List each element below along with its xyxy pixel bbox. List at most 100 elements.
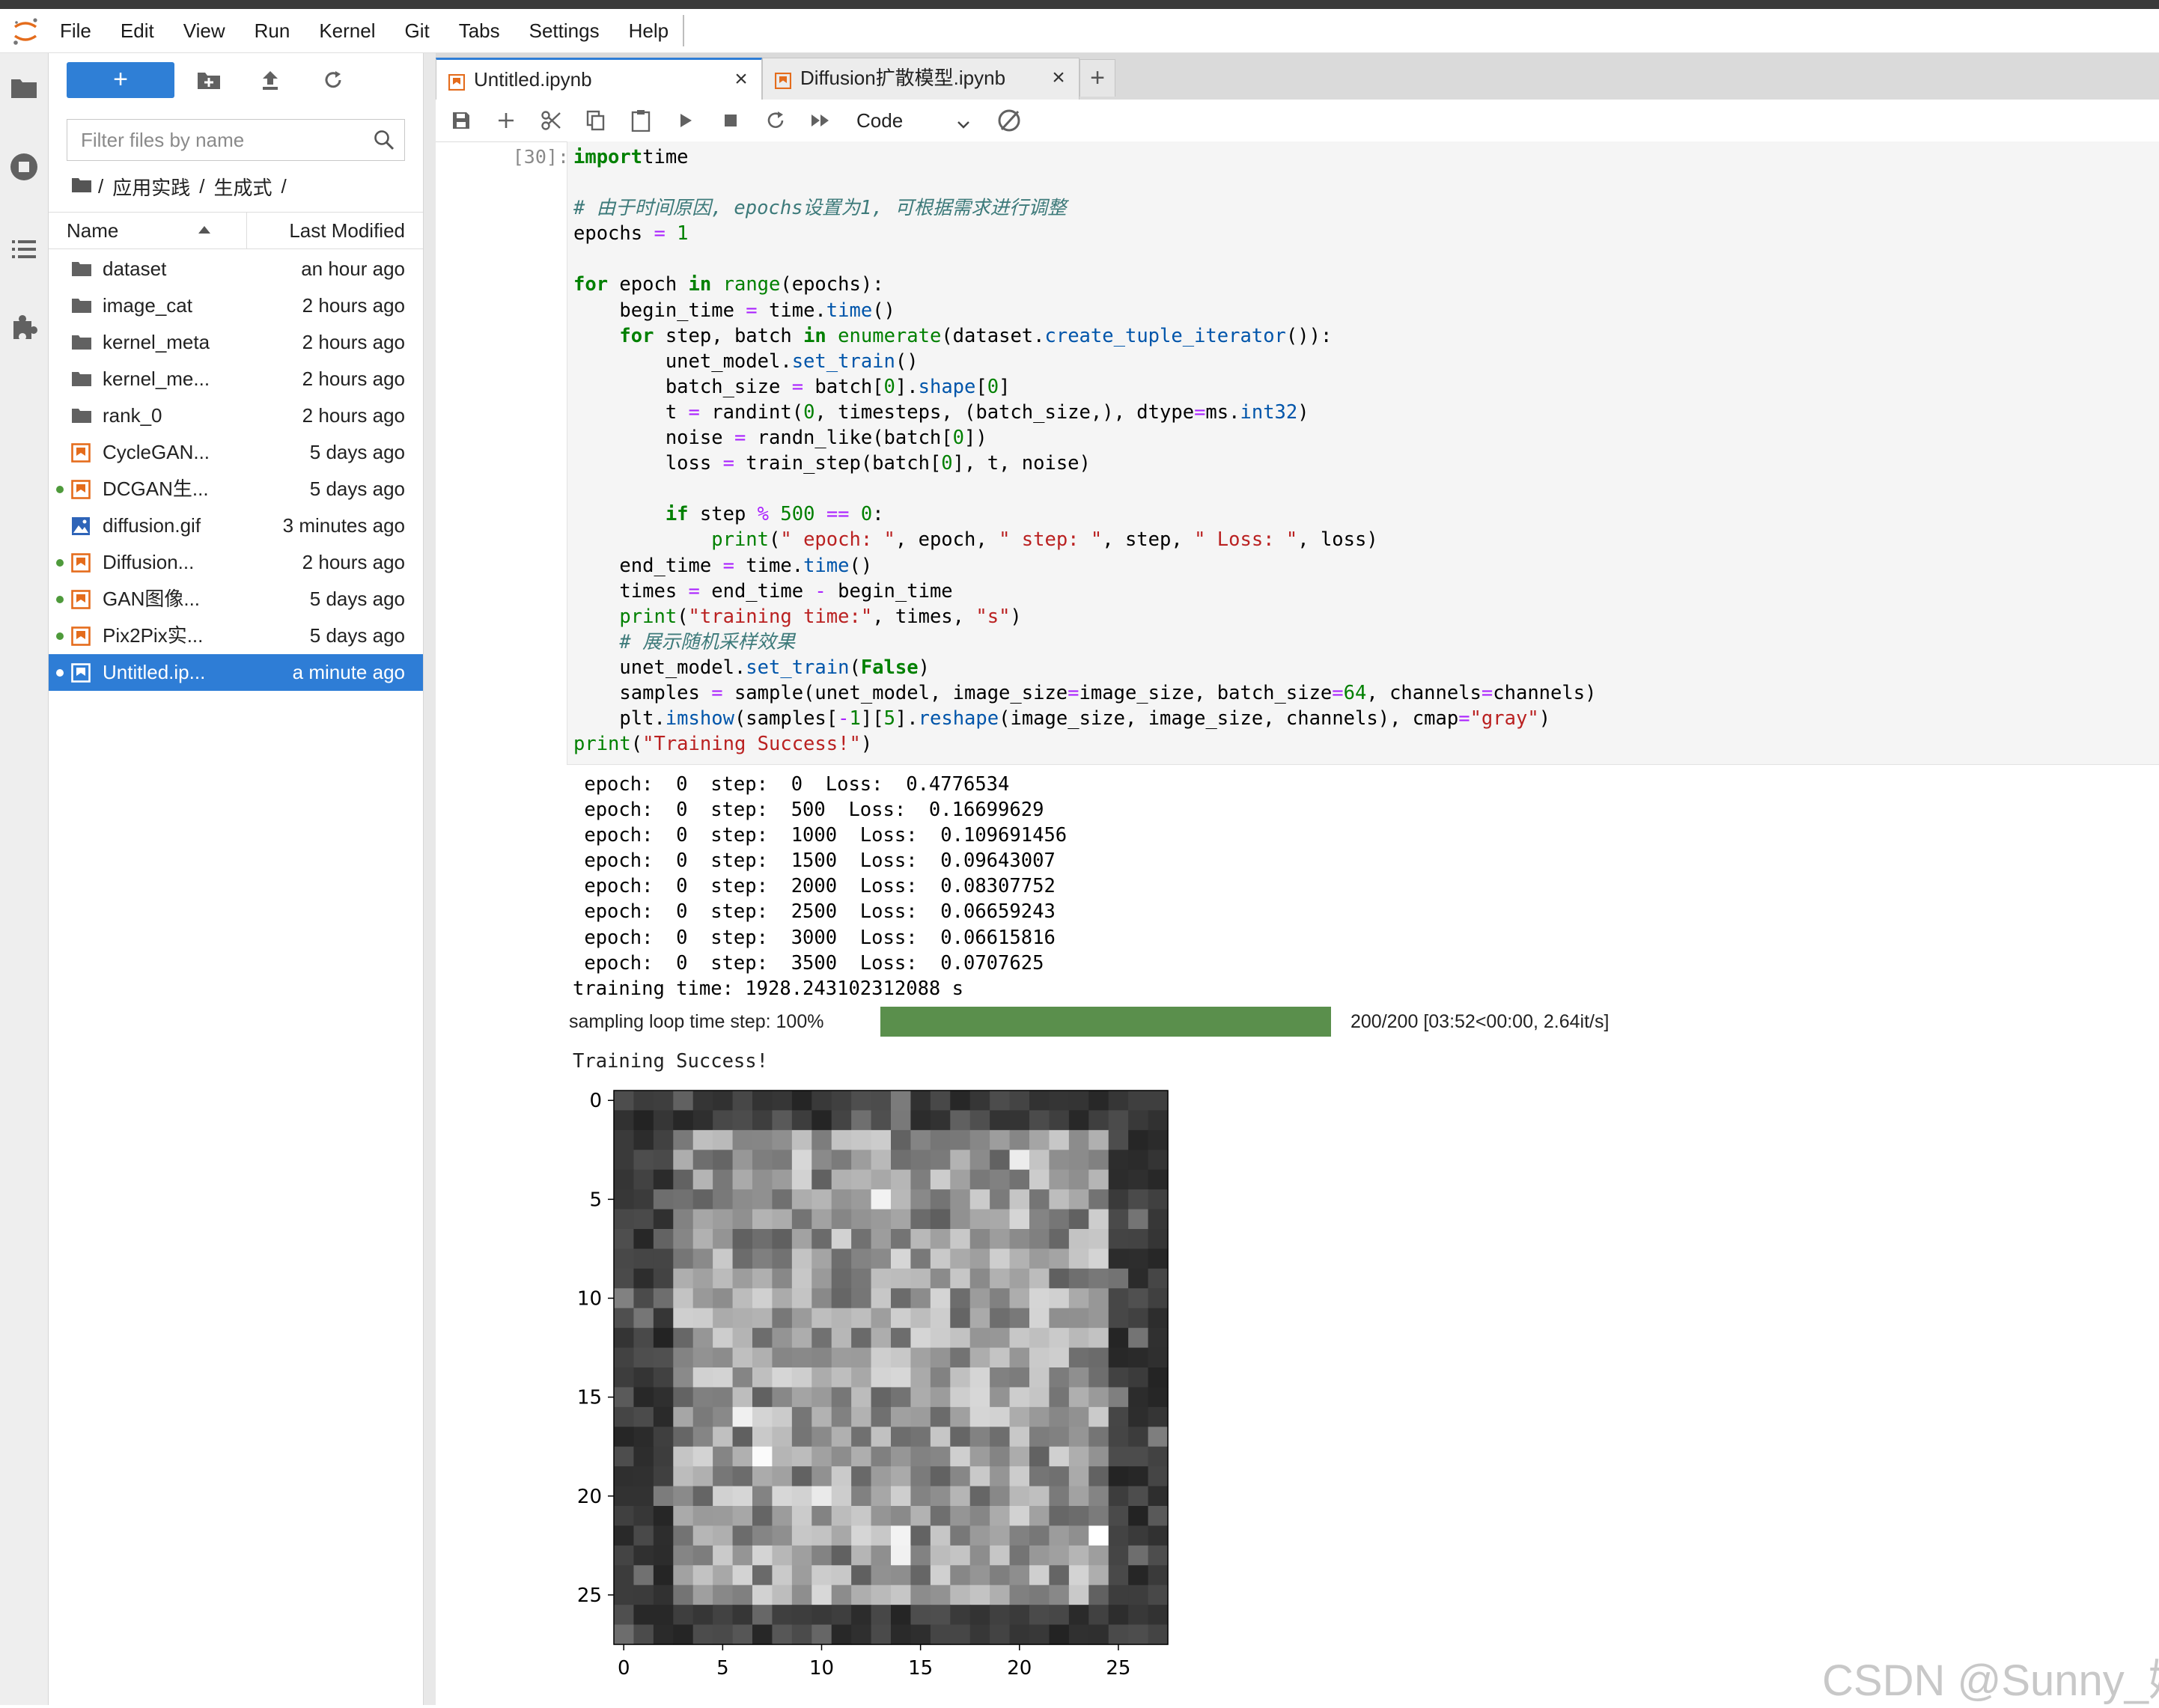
menu-run[interactable]: Run xyxy=(255,19,290,43)
column-header-last-modified[interactable]: Last Modified xyxy=(289,213,405,248)
heatmap-cell xyxy=(633,1169,654,1190)
heatmap-cell xyxy=(1128,1129,1149,1150)
refresh-icon[interactable] xyxy=(318,67,348,94)
code-token: = xyxy=(746,299,758,322)
heatmap-cell xyxy=(811,1506,832,1527)
run-icon[interactable] xyxy=(672,107,699,134)
heatmap-cell xyxy=(692,1347,713,1368)
table-of-contents-icon[interactable] xyxy=(7,233,40,266)
menu-tabs[interactable]: Tabs xyxy=(459,19,500,43)
tab-close-icon[interactable]: × xyxy=(730,68,752,91)
heatmap-cell xyxy=(791,1288,812,1309)
heatmap-cell xyxy=(950,1288,971,1309)
column-header-name[interactable]: Name xyxy=(67,213,247,248)
code-token: 0 xyxy=(883,375,895,398)
heatmap-cell xyxy=(673,1248,694,1269)
heatmap-cell xyxy=(1108,1189,1129,1210)
breadcrumb: / 应用实践 / 生成式 / xyxy=(71,171,287,201)
breadcrumb-item-生成式[interactable]: 生成式 xyxy=(213,173,272,201)
heatmap-cell xyxy=(1029,1585,1050,1605)
file-row[interactable]: Untitled.ip... a minute ago xyxy=(49,654,423,691)
heatmap-cell xyxy=(1088,1288,1109,1309)
cell-type-select[interactable]: Code xyxy=(856,106,976,135)
file-row[interactable]: kernel_meta 2 hours ago xyxy=(49,324,423,361)
fast-forward-icon[interactable] xyxy=(807,107,834,134)
heatmap-cell xyxy=(831,1308,852,1329)
heatmap-cell xyxy=(1068,1506,1089,1527)
file-row[interactable]: kernel_me... 2 hours ago xyxy=(49,361,423,397)
cut-icon[interactable] xyxy=(538,107,564,134)
new-folder-icon[interactable] xyxy=(194,67,224,94)
heatmap-cell xyxy=(1009,1150,1030,1171)
heatmap-cell xyxy=(910,1525,931,1546)
code-line: for step, batch in enumerate(dataset.cre… xyxy=(573,325,1332,347)
menu-edit[interactable]: Edit xyxy=(121,19,154,43)
file-row[interactable]: rank_0 2 hours ago xyxy=(49,397,423,434)
extension-puzzle-icon[interactable] xyxy=(7,311,40,344)
menu-git[interactable]: Git xyxy=(404,19,429,43)
file-row[interactable]: Pix2Pix实... 5 days ago xyxy=(49,617,423,654)
breadcrumb-item-应用实践[interactable]: 应用实践 xyxy=(112,173,190,201)
file-filter-input[interactable] xyxy=(67,120,394,160)
stop-icon[interactable] xyxy=(717,107,744,134)
heatmap-cell xyxy=(1088,1466,1109,1487)
panel-splitter[interactable] xyxy=(424,53,436,1705)
running-kernels-icon[interactable] xyxy=(7,150,40,183)
save-icon[interactable] xyxy=(448,107,475,134)
heatmap-cell xyxy=(1029,1486,1050,1507)
file-browser: + / 应用实践 / 生成式 / Name xyxy=(49,53,424,1705)
insert-cell-icon[interactable] xyxy=(493,107,520,134)
menu-kernel[interactable]: Kernel xyxy=(319,19,375,43)
tab-diffusion-ipynb[interactable]: Diffusion扩散模型.ipynb × xyxy=(762,58,1080,100)
heatmap-cell xyxy=(910,1506,931,1527)
upload-icon[interactable] xyxy=(255,67,285,94)
breadcrumb-folder-icon[interactable] xyxy=(71,175,92,198)
heatmap-cell xyxy=(633,1406,654,1427)
notebook-icon xyxy=(71,626,92,646)
heatmap-cell xyxy=(930,1268,951,1289)
heatmap-cell xyxy=(692,1585,713,1605)
code-token: ) xyxy=(918,656,930,679)
folder-icon[interactable] xyxy=(7,71,40,104)
code-token: ( xyxy=(769,528,781,552)
heatmap-cell xyxy=(692,1229,713,1250)
heatmap-cell xyxy=(871,1091,892,1111)
file-row[interactable]: GAN图像... 5 days ago xyxy=(49,581,423,617)
heatmap-cell xyxy=(1108,1486,1129,1507)
menu-help[interactable]: Help xyxy=(629,19,669,43)
heatmap-cell xyxy=(633,1367,654,1388)
heatmap-cell xyxy=(910,1347,931,1368)
heatmap-cell xyxy=(732,1328,753,1349)
heatmap-cell xyxy=(752,1427,773,1448)
heatmap-cell xyxy=(772,1150,793,1171)
breadcrumb-root[interactable]: / xyxy=(98,175,103,198)
tab-close-icon[interactable]: × xyxy=(1047,67,1070,90)
new-launcher-button[interactable]: + xyxy=(67,62,174,98)
menu-file[interactable]: File xyxy=(60,19,91,43)
restart-kernel-icon[interactable] xyxy=(762,107,789,134)
paste-icon[interactable] xyxy=(627,107,654,134)
file-row[interactable]: diffusion.gif 3 minutes ago xyxy=(49,507,423,544)
copy-icon[interactable] xyxy=(582,107,609,134)
menu-view[interactable]: View xyxy=(183,19,225,43)
new-tab-button[interactable]: + xyxy=(1080,59,1115,97)
file-row[interactable]: image_cat 2 hours ago xyxy=(49,287,423,324)
menu-settings[interactable]: Settings xyxy=(529,19,600,43)
heatmap-cell xyxy=(811,1248,832,1269)
file-row[interactable]: CycleGAN... 5 days ago xyxy=(49,434,423,471)
heatmap-cell xyxy=(969,1525,990,1546)
heatmap-cell xyxy=(1068,1565,1089,1586)
file-row[interactable]: dataset an hour ago xyxy=(49,251,423,287)
heatmap-cell xyxy=(673,1288,694,1309)
heatmap-cell xyxy=(1049,1209,1070,1230)
heatmap-cell xyxy=(990,1525,1011,1546)
file-row[interactable]: Diffusion... 2 hours ago xyxy=(49,544,423,581)
file-row[interactable]: DCGAN生... 5 days ago xyxy=(49,471,423,507)
heatmap-cell xyxy=(871,1466,892,1487)
heatmap-cell xyxy=(1148,1129,1169,1150)
running-indicator-icon xyxy=(56,486,64,493)
tab-untitled-ipynb[interactable]: Untitled.ipynb × xyxy=(436,58,762,100)
cell-input-editor[interactable]: importtime # 由于时间原因, epochs设置为1, 可根据需求进行… xyxy=(567,141,2159,765)
heatmap-cell xyxy=(891,1110,912,1131)
heatmap-cell xyxy=(614,1585,635,1605)
